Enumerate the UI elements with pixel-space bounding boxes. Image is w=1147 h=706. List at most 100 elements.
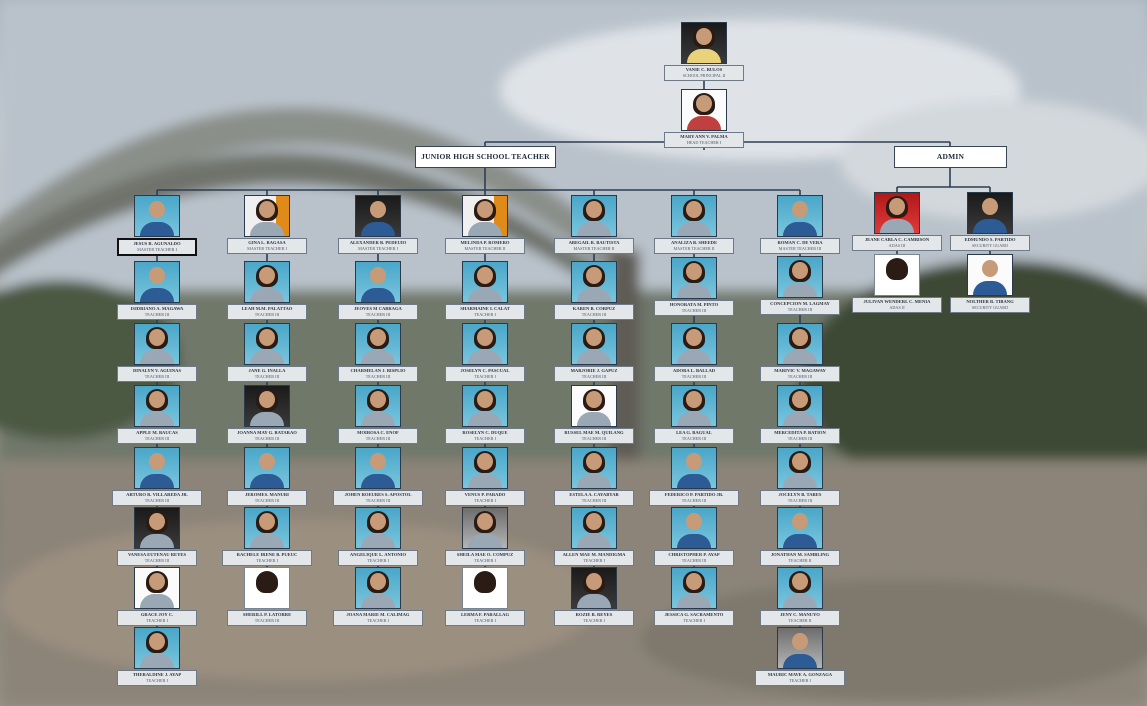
staff-label: JESSICA G. SACRAMENTO TEACHER I — [654, 610, 734, 626]
person-position: TEACHER III — [144, 558, 170, 563]
staff-label: JONATHAN M. SAMBLING TEACHER II — [760, 550, 840, 566]
staff-photo — [572, 196, 616, 236]
person-position: MASTER TEACHER I — [358, 246, 398, 251]
staff-label: SHEILA MAE O. COMPUZ TEACHER I — [445, 550, 525, 566]
person-position: TEACHER III — [681, 308, 707, 313]
principal-label: VANIE C. BULOS SCHOOL PRINCIPAL II — [664, 65, 744, 81]
staff-photo — [572, 568, 616, 608]
staff-label: ANGELIQUE L. ANTONIO TEACHER I — [338, 550, 418, 566]
person-position: ADAS II — [889, 305, 905, 310]
person-position: TEACHER I — [583, 618, 605, 623]
staff-photo — [135, 628, 179, 668]
staff-photo — [135, 448, 179, 488]
person-position: TEACHER III — [144, 436, 170, 441]
person-position: TEACHER II — [788, 558, 812, 563]
person-position: TEACHER III — [254, 498, 280, 503]
staff-label: ARTURO R. VILLAREDA JR. TEACHER III — [112, 490, 202, 506]
staff-photo — [875, 255, 919, 295]
person-position: TEACHER III — [581, 436, 607, 441]
staff-photo — [356, 568, 400, 608]
staff-photo — [572, 448, 616, 488]
staff-photo — [356, 196, 400, 236]
person-position: MASTER TEACHER I — [137, 247, 177, 252]
person-position: ADAS III — [888, 243, 906, 248]
person-position: TEACHER II — [788, 618, 812, 623]
person-position: TEACHER I — [146, 678, 168, 683]
person-position: TEACHER III — [681, 436, 707, 441]
staff-photo — [572, 386, 616, 426]
person-position: TEACHER I — [583, 558, 605, 563]
person-position: TEACHER III — [365, 312, 391, 317]
staff-photo — [778, 257, 822, 297]
staff-label: JOHEN ROEURES S. APOSTOL TEACHER III — [333, 490, 423, 506]
person-position: TEACHER I — [683, 618, 705, 623]
person-position: TEACHER III — [681, 374, 707, 379]
staff-photo — [778, 628, 822, 668]
staff-label: MARJORIE J. GAPUZ TEACHER III — [554, 366, 634, 382]
staff-label: JENY C. MANUYO TEACHER II — [760, 610, 840, 626]
staff-photo — [245, 568, 289, 608]
person-position: TEACHER III — [254, 618, 280, 623]
staff-photo — [135, 508, 179, 548]
staff-label: THERALDINE J. AYAP TEACHER I — [117, 670, 197, 686]
person-position: TEACHER III — [144, 498, 170, 503]
staff-photo — [463, 508, 507, 548]
staff-label: MOIROSA C. ENOF TEACHER III — [338, 428, 418, 444]
staff-label: MERCEDITA P. BATION TEACHER III — [760, 428, 840, 444]
staff-label: SHARMAINE I. CALAT TEACHER I — [445, 304, 525, 320]
staff-label: NOLTHER R. TIBANG SECURITY GUARD — [950, 297, 1030, 313]
staff-photo — [245, 448, 289, 488]
staff-photo — [778, 386, 822, 426]
staff-photo — [245, 386, 289, 426]
person-position: TEACHER III — [787, 374, 813, 379]
person-position: TEACHER III — [254, 312, 280, 317]
person-position: TEACHER I — [474, 498, 496, 503]
staff-label: JEOVES M CABRAGA TEACHER III — [338, 304, 418, 320]
staff-photo — [245, 508, 289, 548]
staff-photo — [572, 262, 616, 302]
staff-label: ABEGAIL R. BAUTISTA MASTER TEACHER II — [554, 238, 634, 254]
staff-photo — [245, 196, 289, 236]
staff-label: LEA G. BAGUAL TEACHER III — [654, 428, 734, 444]
person-position: TEACHER III — [144, 312, 170, 317]
staff-label: RACHELE IRENE B. PUEUC TEACHER I — [222, 550, 312, 566]
staff-photo — [356, 508, 400, 548]
person-position: HEAD TEACHER I — [686, 140, 722, 145]
jhs-teacher-header: JUNIOR HIGH SCHOOL TEACHER — [415, 146, 556, 168]
head-teacher-photo — [682, 90, 726, 130]
staff-label: MELINDA P. ROMERO MASTER TEACHER II — [445, 238, 525, 254]
person-position: TEACHER I — [474, 436, 496, 441]
staff-label: FEDERICO P. PARTIDO JR. TEACHER III — [649, 490, 739, 506]
staff-photo — [135, 568, 179, 608]
staff-label: RUSSEL MAE M. QUILANG TEACHER III — [554, 428, 634, 444]
person-position: TEACHER III — [581, 498, 607, 503]
staff-label: MARIVIC V. MAGAWAY TEACHER III — [760, 366, 840, 382]
staff-photo — [463, 448, 507, 488]
staff-photo — [463, 262, 507, 302]
staff-photo — [778, 568, 822, 608]
staff-label: CHRISTOPHER P. AYAP TEACHER III — [654, 550, 734, 566]
person-position: TEACHER III — [681, 558, 707, 563]
staff-label: CHARMELAN J. BISPLIO TEACHER III — [338, 366, 418, 382]
staff-label: GINA L. BAGASA MASTER TEACHER I — [227, 238, 307, 254]
staff-photo — [356, 262, 400, 302]
staff-photo — [463, 324, 507, 364]
staff-label: ANALIZA B. SHEEDE MASTER TEACHER II — [654, 238, 734, 254]
staff-label: JOANNA MAY G. BATARAO TEACHER III — [227, 428, 307, 444]
staff-label: ROMAN C. DE VERA MASTER TEACHER III — [760, 238, 840, 254]
staff-label: ESTELA A. CAYABYAB TEACHER III — [554, 490, 634, 506]
person-position: TEACHER III — [581, 312, 607, 317]
person-position: MASTER TEACHER II — [673, 246, 715, 251]
staff-label: VENUS P. PARADO TEACHER I — [445, 490, 525, 506]
staff-photo — [135, 196, 179, 236]
staff-label: JESUS R. AGUNALDO MASTER TEACHER I — [117, 238, 197, 256]
staff-photo — [463, 196, 507, 236]
person-position: TEACHER III — [254, 374, 280, 379]
person-position: TEACHER I — [474, 618, 496, 623]
principal-photo — [682, 23, 726, 63]
staff-photo — [672, 448, 716, 488]
person-position: SECURITY GUARD — [971, 243, 1009, 248]
staff-photo — [875, 193, 919, 233]
staff-label: DINALYN V. AGUINAS TEACHER III — [117, 366, 197, 382]
staff-photo — [463, 386, 507, 426]
